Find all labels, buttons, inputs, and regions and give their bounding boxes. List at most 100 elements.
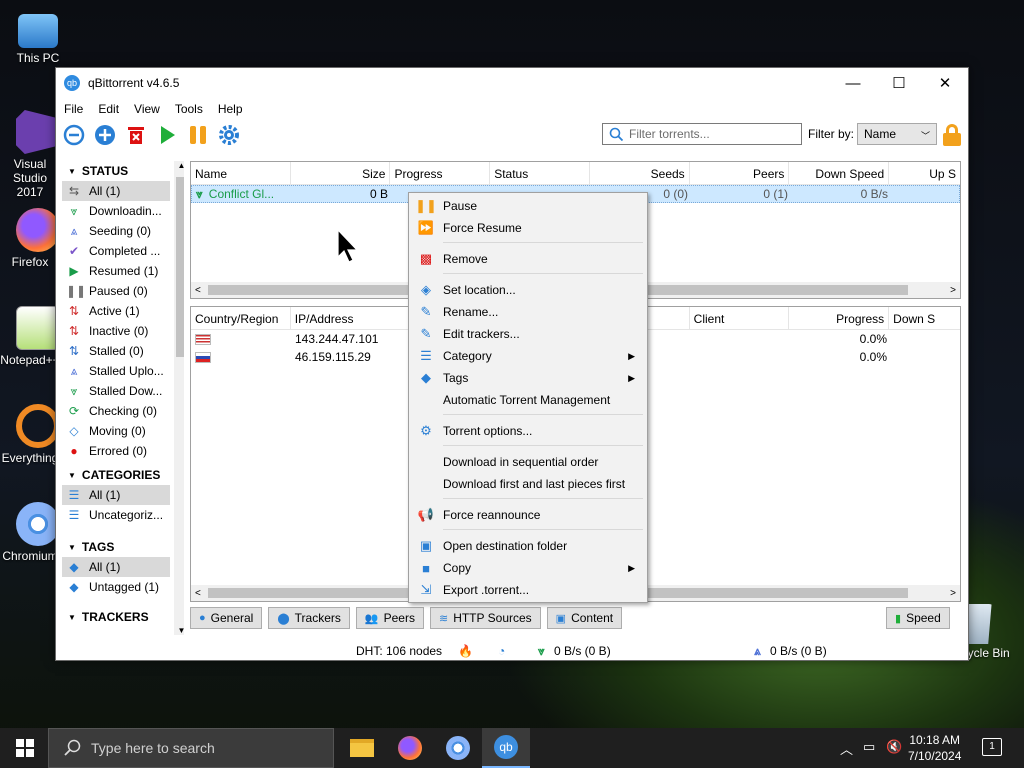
minimize-button[interactable]: — (830, 68, 876, 98)
lock-icon[interactable] (942, 124, 962, 146)
context-menu-item-pause[interactable]: ❚❚ Pause (409, 195, 647, 217)
context-menu-item-force-reannounce[interactable]: 📢 Force reannounce (409, 504, 647, 526)
taskbar: Type here to search qb ︿ ▭ 🔇 10:18 AM 7/… (0, 728, 1024, 768)
sidebar-item-status-1[interactable]: ⩔ Downloadin... (62, 201, 170, 221)
col-seeds[interactable]: Seeds (590, 162, 690, 184)
sidebar-item-label: Errored (0) (89, 444, 148, 458)
col-client[interactable]: Client (690, 307, 790, 329)
col-size[interactable]: Size (291, 162, 391, 184)
context-menu-item-download-first-and-last-pieces-first[interactable]: Download first and last pieces first (409, 473, 647, 495)
context-menu-item-rename[interactable]: ✎ Rename... (409, 301, 647, 323)
context-menu-item-set-location[interactable]: ◈ Set location... (409, 279, 647, 301)
download-speed[interactable]: 0 B/s (0 B) (554, 644, 611, 658)
taskbar-firefox[interactable] (386, 728, 434, 768)
menu-view[interactable]: View (134, 102, 160, 116)
windows-start-icon[interactable] (16, 739, 34, 757)
tab-peers[interactable]: 👥 Peers (355, 607, 424, 629)
col-country[interactable]: Country/Region (191, 307, 291, 329)
sidebar-item-status-9[interactable]: ⩓ Stalled Uplo... (62, 361, 170, 381)
col-name[interactable]: Name (191, 162, 291, 184)
col-progress[interactable]: Progress (390, 162, 491, 184)
sidebar-item-status-11[interactable]: ⟳ Checking (0) (62, 401, 170, 421)
sidebar-scrollbar[interactable]: ▲ ▼ (174, 161, 184, 635)
col-down-speed[interactable]: Down Speed (789, 162, 890, 184)
tags-section-header[interactable]: ▼ TAGS (62, 537, 184, 557)
tab-trackers[interactable]: ⬤ Trackers (268, 607, 350, 629)
sidebar-item-status-4[interactable]: ▶ Resumed (1) (62, 261, 170, 281)
title-bar[interactable]: qb qBittorrent v4.6.5 — ☐ ✕ (56, 68, 968, 98)
desktop-icon-this-pc[interactable]: This PC (0, 10, 76, 65)
tab-general[interactable]: ● General (190, 607, 263, 629)
taskbar-file-explorer[interactable] (338, 728, 386, 768)
context-menu-item-force-resume[interactable]: ⏩ Force Resume (409, 217, 647, 239)
col-peer-down-speed[interactable]: Down S (889, 307, 960, 329)
resume-button[interactable] (155, 123, 179, 147)
taskbar-clock[interactable]: 10:18 AM 7/10/2024 (908, 732, 961, 764)
alt-speed-icon[interactable]: ◔ (498, 644, 505, 658)
sidebar-scrollbar-thumb[interactable] (176, 177, 184, 357)
sidebar-item-tag-1[interactable]: ◆ Untagged (1) (62, 577, 170, 597)
volume-muted-icon[interactable]: 🔇 (886, 739, 902, 755)
sidebar-item-status-3[interactable]: ✔ Completed ... (62, 241, 170, 261)
col-status[interactable]: Status (490, 162, 590, 184)
sidebar-item-tag-0[interactable]: ◆ All (1) (62, 557, 170, 577)
remove-torrent-button[interactable] (124, 123, 148, 147)
firewall-icon[interactable]: 🔥 (458, 644, 473, 658)
notification-center-button[interactable]: 1 (982, 738, 1002, 756)
megaphone-icon: 📢 (417, 507, 435, 522)
sidebar-item-status-10[interactable]: ⩔ Stalled Dow... (62, 381, 170, 401)
sidebar-item-status-8[interactable]: ⇅ Stalled (0) (62, 341, 170, 361)
add-torrent-file-button[interactable] (93, 123, 117, 147)
filter-by-select[interactable]: Name ﹀ (857, 123, 937, 145)
menu-edit[interactable]: Edit (98, 102, 119, 116)
context-menu-item-open-destination-folder[interactable]: ▣ Open destination folder (409, 535, 647, 557)
maximize-button[interactable]: ☐ (876, 68, 922, 98)
upload-speed[interactable]: 0 B/s (0 B) (770, 644, 827, 658)
categories-section-header[interactable]: ▼ CATEGORIES (62, 465, 184, 485)
col-up-speed[interactable]: Up S (889, 162, 960, 184)
sidebar-item-category-1[interactable]: ☰ Uncategoriz... (62, 505, 170, 525)
context-menu-item-tags[interactable]: ◆ Tags ▶ (409, 367, 647, 389)
context-menu-item-automatic-torrent-management[interactable]: Automatic Torrent Management (409, 389, 647, 411)
context-menu-item-torrent-options[interactable]: ⚙ Torrent options... (409, 420, 647, 442)
sidebar-item-status-13[interactable]: ● Errored (0) (62, 441, 170, 461)
filter-torrents-input[interactable]: Filter torrents... (602, 123, 802, 145)
status-section-header[interactable]: ▼ STATUS (62, 161, 184, 181)
status-filter-icon: ⇅ (68, 304, 80, 318)
context-menu-item-edit-trackers[interactable]: ✎ Edit trackers... (409, 323, 647, 345)
taskbar-chromium[interactable] (434, 728, 482, 768)
context-menu-label: Download in sequential order (443, 455, 599, 469)
menu-tools[interactable]: Tools (175, 102, 203, 116)
menu-file[interactable]: File (64, 102, 83, 116)
menu-separator (443, 414, 643, 415)
taskbar-qbittorrent[interactable]: qb (482, 728, 530, 768)
sidebar-item-status-12[interactable]: ◇ Moving (0) (62, 421, 170, 441)
force-resume-icon: ⏩ (417, 220, 435, 235)
context-menu-item-export-torrent[interactable]: ⇲ Export .torrent... (409, 579, 647, 601)
chevron-up-icon[interactable]: ︿ (840, 739, 853, 758)
sidebar-item-status-7[interactable]: ⇅ Inactive (0) (62, 321, 170, 341)
close-button[interactable]: ✕ (922, 68, 968, 98)
speed-tab-button[interactable]: ▮ Speed (886, 607, 950, 629)
sidebar-item-status-5[interactable]: ❚❚ Paused (0) (62, 281, 170, 301)
menu-help[interactable]: Help (218, 102, 243, 116)
options-button[interactable] (217, 123, 241, 147)
col-peer-progress[interactable]: Progress (789, 307, 890, 329)
sidebar-item-category-0[interactable]: ☰ All (1) (62, 485, 170, 505)
context-menu-item-category[interactable]: ☰ Category ▶ (409, 345, 647, 367)
pause-button[interactable] (186, 123, 210, 147)
sidebar-item-status-2[interactable]: ⩓ Seeding (0) (62, 221, 170, 241)
network-icon[interactable]: ▭ (863, 739, 875, 755)
col-peers[interactable]: Peers (690, 162, 790, 184)
tab-http-sources[interactable]: ≋ HTTP Sources (429, 607, 541, 629)
trackers-section-header[interactable]: ▼ TRACKERS (62, 607, 184, 627)
tab-content[interactable]: ▣ Content (546, 607, 623, 629)
folder-icon (350, 739, 374, 757)
add-torrent-link-button[interactable] (62, 123, 86, 147)
taskbar-search-box[interactable]: Type here to search (48, 728, 334, 768)
sidebar-item-status-6[interactable]: ⇅ Active (1) (62, 301, 170, 321)
context-menu-item-remove[interactable]: ▩ Remove (409, 248, 647, 270)
context-menu-item-download-in-sequential-order[interactable]: Download in sequential order (409, 451, 647, 473)
context-menu-item-copy[interactable]: ■ Copy ▶ (409, 557, 647, 579)
sidebar-item-status-0[interactable]: ⇆ All (1) (62, 181, 170, 201)
